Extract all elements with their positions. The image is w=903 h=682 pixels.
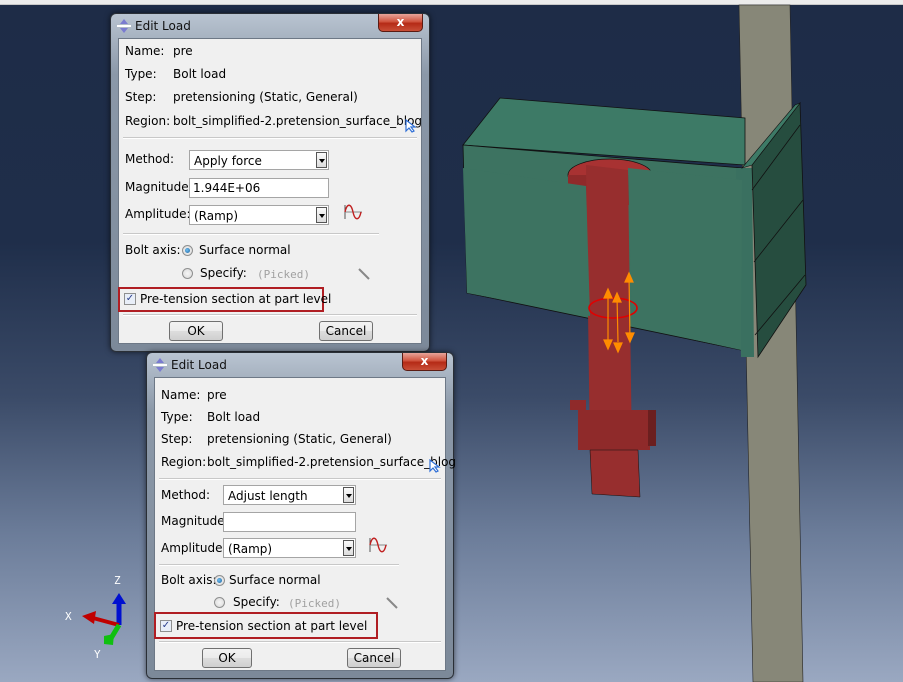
surface-normal-radio[interactable] <box>182 245 193 256</box>
separator <box>123 233 379 235</box>
close-button[interactable]: x <box>402 353 447 371</box>
separator <box>123 137 417 139</box>
app-move-icon <box>117 19 131 33</box>
region-value: bolt_simplified-2.pretension_surface_blo… <box>207 455 457 469</box>
amplitude-value: (Ramp) <box>194 209 239 223</box>
amplitude-combobox[interactable]: (Ramp) <box>223 538 356 558</box>
edit-load-dialog-adjust-length: Edit Load x Name: pre Type: Bolt load Step… <box>146 352 456 679</box>
pretension-checkbox[interactable]: ✓ <box>124 293 136 305</box>
region-value: bolt_simplified-2.pretension_surface_blo… <box>173 114 423 128</box>
step-value: pretensioning (Static, General) <box>207 432 392 446</box>
pick-vector-icon[interactable] <box>357 267 371 281</box>
magnitude-label: Magnitude: <box>125 180 193 194</box>
app-move-icon <box>153 358 167 372</box>
pick-vector-icon[interactable] <box>385 596 399 610</box>
step-value: pretensioning (Static, General) <box>173 90 358 104</box>
pick-region-cursor-icon[interactable] <box>429 459 441 473</box>
bolt-axis-label: Bolt axis: <box>125 243 181 257</box>
magnitude-input[interactable] <box>223 512 356 532</box>
dialog-body: Name: pre Type: Bolt load Step: pretensioni… <box>118 38 422 344</box>
chevron-down-icon[interactable] <box>316 207 327 223</box>
chevron-down-icon[interactable] <box>316 152 327 168</box>
bolt-thread-end <box>589 449 641 498</box>
dialog-titlebar[interactable]: Edit Load x <box>147 353 453 377</box>
separator <box>123 314 417 316</box>
amplitude-manager-icon[interactable] <box>369 536 389 554</box>
cancel-button[interactable]: Cancel <box>319 321 373 341</box>
dialog-titlebar[interactable]: Edit Load x <box>111 14 429 38</box>
amplitude-label: Amplitude: <box>161 541 227 555</box>
separator <box>159 641 441 643</box>
triad-x-label: X <box>65 610 72 623</box>
bolt-nut <box>578 410 650 450</box>
method-label: Method: <box>125 152 175 166</box>
method-label: Method: <box>161 488 211 502</box>
method-value: Adjust length <box>228 489 308 503</box>
chevron-down-icon[interactable] <box>343 540 354 556</box>
step-label: Step: <box>161 432 193 446</box>
surface-normal-radio[interactable] <box>214 575 225 586</box>
name-label: Name: <box>125 44 165 58</box>
amplitude-label: Amplitude: <box>125 207 191 221</box>
ok-button[interactable]: OK <box>169 321 223 341</box>
method-value: Apply force <box>194 154 262 168</box>
specify-radio[interactable] <box>182 268 193 279</box>
step-label: Step: <box>125 90 157 104</box>
triad-x-axis <box>92 616 120 627</box>
specify-radio[interactable] <box>214 597 225 608</box>
dialog-body: Name: pre Type: Bolt load Step: pretensioni… <box>154 377 456 671</box>
specify-picked-value: (Picked) <box>257 268 310 281</box>
chevron-down-icon[interactable] <box>343 487 354 503</box>
pretension-label: Pre-tension section at part level <box>176 619 368 633</box>
magnitude-input[interactable]: 1.944E+06 <box>189 178 329 198</box>
separator <box>159 478 441 480</box>
edit-load-dialog-apply-force: Edit Load x Name: pre Type: Bolt load Step… <box>110 13 430 352</box>
method-combobox[interactable]: Adjust length <box>223 485 356 505</box>
separator <box>159 564 399 566</box>
triad-z-label: Z <box>114 574 121 587</box>
ok-button[interactable]: OK <box>202 648 252 668</box>
dialog-title: Edit Load <box>135 19 191 33</box>
triad-y-label: Y <box>94 648 101 661</box>
type-label: Type: <box>161 410 193 424</box>
name-value: pre <box>207 388 227 402</box>
specify-label: Specify: <box>233 595 280 609</box>
type-label: Type: <box>125 67 157 81</box>
name-value: pre <box>173 44 193 58</box>
amplitude-manager-icon[interactable] <box>344 203 364 221</box>
type-value: Bolt load <box>173 67 227 81</box>
pick-region-cursor-icon[interactable] <box>405 119 417 133</box>
surface-normal-label: Surface normal <box>199 243 291 257</box>
amplitude-combobox[interactable]: (Ramp) <box>189 205 329 225</box>
magnitude-label: Magnitude: <box>161 514 229 528</box>
surface-normal-label: Surface normal <box>229 573 321 587</box>
bolt-axis-label: Bolt axis: <box>161 573 217 587</box>
cancel-button[interactable]: Cancel <box>347 648 401 668</box>
amplitude-value: (Ramp) <box>228 542 273 556</box>
dialog-title: Edit Load <box>171 358 227 372</box>
pretension-label: Pre-tension section at part level <box>140 292 332 306</box>
region-label: Region: <box>125 114 171 128</box>
type-value: Bolt load <box>207 410 261 424</box>
method-combobox[interactable]: Apply force <box>189 150 329 170</box>
pretension-checkbox[interactable]: ✓ <box>160 620 172 632</box>
region-label: Region: <box>161 455 207 469</box>
axis-triad <box>82 593 126 645</box>
name-label: Name: <box>161 388 201 402</box>
specify-label: Specify: <box>200 266 247 280</box>
close-button[interactable]: x <box>378 14 423 32</box>
specify-picked-value: (Picked) <box>288 597 341 610</box>
